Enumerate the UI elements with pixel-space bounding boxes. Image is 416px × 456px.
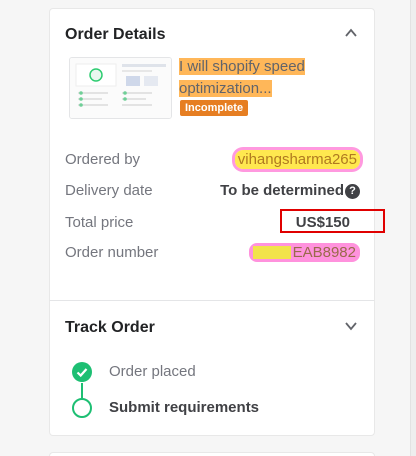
chevron-down-icon[interactable] [344, 319, 358, 333]
question-circle-icon[interactable]: ? [345, 184, 360, 199]
ordered-by-value[interactable]: vihangsharma265 [234, 150, 360, 169]
step-label: Order placed [109, 363, 196, 380]
redacted-mark [253, 246, 291, 259]
order-number-text: EAB8982 [292, 244, 356, 261]
next-card [49, 452, 375, 456]
track-order-title: Track Order [65, 319, 155, 336]
step-label: Submit requirements [109, 399, 260, 416]
delivery-date-value: To be determined? [220, 182, 360, 199]
order-details-title: Order Details [65, 26, 166, 43]
timeline-connector [81, 383, 83, 399]
total-price-label: Total price [65, 214, 134, 231]
check-circle-icon [72, 362, 92, 382]
track-order-card: Track Order Order placed Submit requirem… [49, 300, 375, 436]
order-number-value: EAB8982 [249, 243, 360, 262]
gig-title-text: I will shopify speed optimization... [179, 58, 305, 97]
ordered-by-label: Ordered by [65, 151, 141, 168]
chevron-up-icon[interactable] [344, 26, 358, 40]
order-details-card: Order Details I will shopify speed optim… [49, 8, 385, 300]
delivery-date-label: Delivery date [65, 182, 153, 199]
gig-thumbnail-image [70, 58, 171, 118]
buyer-username: vihangsharma265 [234, 150, 360, 169]
order-number-label: Order number [65, 244, 159, 261]
empty-circle-icon [72, 398, 92, 418]
gig-thumbnail[interactable] [69, 57, 172, 119]
order-number-container: EAB8982 [249, 243, 360, 262]
status-badge: Incomplete [180, 100, 249, 116]
total-price-value: US$150 [295, 214, 350, 231]
page-scrollbar-track [410, 0, 416, 456]
gig-title-link[interactable]: I will shopify speed optimization... [179, 56, 319, 100]
delivery-date-text: To be determined [220, 182, 344, 199]
